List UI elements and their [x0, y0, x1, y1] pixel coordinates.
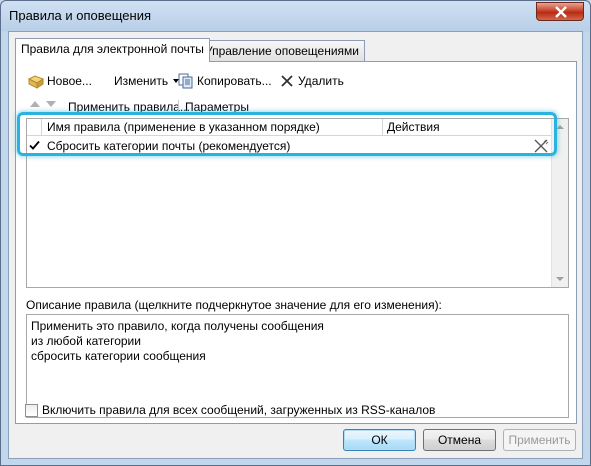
delete-rule-button[interactable]: Удалить — [279, 70, 344, 92]
apply-button[interactable]: Применить — [503, 429, 576, 451]
rule-name: Сбросить категории почты (рекомендуется) — [47, 139, 291, 153]
change-rule-button[interactable]: Изменить — [114, 70, 180, 92]
new-rule-label: Новое... — [47, 74, 92, 88]
checkmark-icon — [29, 140, 40, 150]
rss-rules-label: Включить правила для всех сообщений, заг… — [42, 403, 436, 417]
tab-manage-alerts-label: Управление оповещениями — [205, 44, 359, 58]
close-icon — [555, 6, 567, 18]
dialog-client-area: Правила для электронной почты Управление… — [8, 31, 583, 459]
new-rule-icon — [27, 73, 45, 89]
description-line: из любой категории — [31, 334, 141, 348]
rss-rules-checkbox[interactable] — [25, 403, 38, 417]
copy-rule-label: Копировать... — [197, 74, 272, 88]
delete-rule-label: Удалить — [298, 74, 344, 88]
options-button[interactable]: Параметры — [185, 100, 249, 114]
rules-toolbar: Новое... Изменить Копировать... Удалить — [22, 70, 562, 92]
email-rules-panel: Новое... Изменить Копировать... Удалить … — [15, 61, 577, 424]
title-bar: Правила и оповещения — [1, 1, 590, 31]
rss-rules-option[interactable]: Включить правила для всех сообщений, заг… — [25, 402, 435, 418]
description-line: сбросить категории сообщения — [31, 349, 206, 363]
rules-list-scrollbar[interactable] — [551, 119, 568, 287]
rules-list-header: Имя правила (применение в указанном поря… — [27, 119, 552, 136]
change-rule-label: Изменить — [114, 74, 169, 88]
delete-icon — [279, 73, 295, 89]
scroll-up-icon[interactable] — [556, 125, 564, 129]
rule-description-label: Описание правила (щелкните подчеркнутое … — [26, 298, 442, 312]
move-down-icon[interactable] — [46, 101, 56, 107]
new-rule-button[interactable]: Новое... — [27, 70, 92, 92]
rule-row[interactable]: Сбросить категории почты (рекомендуется) — [27, 137, 552, 155]
ok-button[interactable]: ОК — [343, 429, 416, 451]
column-header-actions[interactable]: Действия — [383, 120, 440, 136]
tab-email-rules-label: Правила для электронной почты — [21, 42, 204, 56]
copy-icon — [178, 73, 194, 89]
tab-email-rules[interactable]: Правила для электронной почты — [15, 38, 210, 62]
rules-subbar: Применить правила... Параметры — [26, 98, 566, 116]
rules-dialog: Правила и оповещения Правила для электро… — [0, 0, 591, 466]
close-button[interactable] — [536, 2, 584, 21]
rule-action-icon — [533, 138, 549, 157]
description-line: Применить это правило, когда получены со… — [31, 319, 324, 333]
move-up-icon[interactable] — [30, 101, 40, 107]
scroll-down-icon[interactable] — [556, 277, 564, 281]
column-separator — [41, 119, 42, 136]
cancel-button[interactable]: Отмена — [423, 429, 496, 451]
rule-enabled-checkbox[interactable] — [28, 139, 41, 152]
apply-rules-button[interactable]: Применить правила... — [68, 100, 190, 114]
separator — [178, 100, 179, 114]
window-title: Правила и оповещения — [9, 8, 152, 23]
rules-list[interactable]: Имя правила (применение в указанном поря… — [26, 118, 569, 288]
tab-manage-alerts[interactable]: Управление оповещениями — [199, 40, 365, 61]
column-header-rule-name[interactable]: Имя правила (применение в указанном поря… — [43, 120, 320, 136]
copy-rule-button[interactable]: Копировать... — [178, 70, 272, 92]
